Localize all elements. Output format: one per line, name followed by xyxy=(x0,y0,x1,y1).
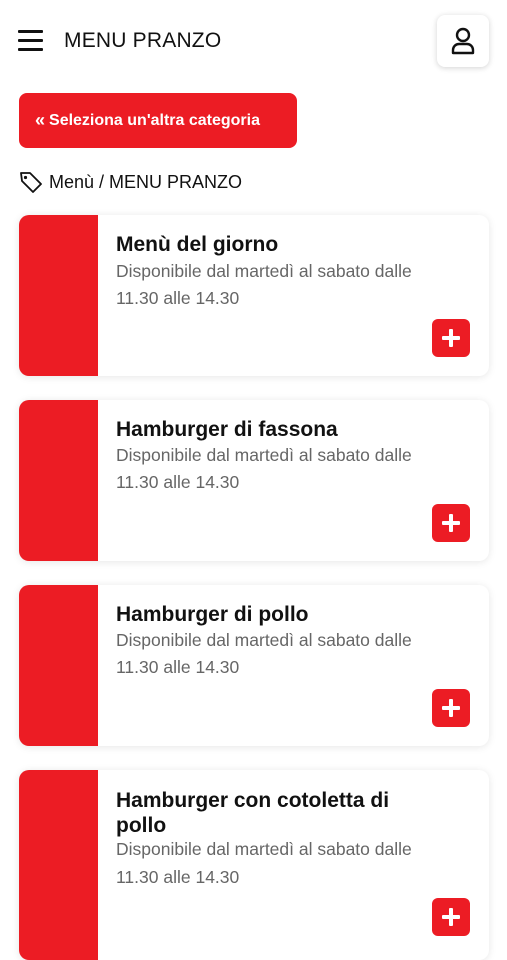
product-title: Menù del giorno xyxy=(116,233,279,256)
add-to-cart-button[interactable] xyxy=(432,898,470,936)
product-title-continued: pollo xyxy=(116,814,167,837)
product-card[interactable]: Hamburger di pollo Disponibile dal marte… xyxy=(19,585,489,746)
product-card[interactable]: Menù del giorno Disponibile dal martedì … xyxy=(19,215,489,376)
product-image xyxy=(19,585,98,746)
add-to-cart-button[interactable] xyxy=(432,504,470,542)
user-account-button[interactable] xyxy=(437,15,489,67)
product-description-line: Disponibile dal martedì al sabato dalle xyxy=(116,630,412,650)
product-card[interactable]: Hamburger di fassona Disponibile dal mar… xyxy=(19,400,489,561)
select-other-category-button[interactable]: « Seleziona un'altra categoria xyxy=(19,93,297,148)
product-title: Hamburger con cotoletta di xyxy=(116,789,390,812)
product-image xyxy=(19,400,98,561)
product-description-line: 11.30 alle 14.30 xyxy=(116,657,240,677)
product-description-line: 11.30 alle 14.30 xyxy=(116,472,240,492)
app-header: MENU PRANZO xyxy=(0,0,507,82)
product-card[interactable]: Hamburger con cotoletta di pollo Disponi… xyxy=(19,770,489,960)
product-image xyxy=(19,770,98,960)
product-description-line: Disponibile dal martedì al sabato dalle xyxy=(116,445,412,465)
product-title: Hamburger di fassona xyxy=(116,418,338,441)
product-description-line: Disponibile dal martedì al sabato dalle xyxy=(116,839,412,859)
tag-icon xyxy=(20,172,42,193)
breadcrumb: Menù / MENU PRANZO xyxy=(19,169,242,195)
page-title: MENU PRANZO xyxy=(64,29,222,52)
product-image xyxy=(19,215,98,376)
product-description-line: Disponibile dal martedì al sabato dalle xyxy=(116,261,412,281)
product-title: Hamburger di pollo xyxy=(116,603,309,626)
double-chevron-left-icon: « xyxy=(35,110,45,130)
add-to-cart-button[interactable] xyxy=(432,319,470,357)
back-button-label: Seleziona un'altra categoria xyxy=(49,111,260,129)
product-description-line: 11.30 alle 14.30 xyxy=(116,867,240,887)
add-to-cart-button[interactable] xyxy=(432,689,470,727)
hamburger-menu-icon[interactable] xyxy=(18,29,44,51)
user-icon xyxy=(451,27,475,55)
breadcrumb-text: Menù / MENU PRANZO xyxy=(49,171,243,192)
product-description-line: 11.30 alle 14.30 xyxy=(116,288,240,308)
